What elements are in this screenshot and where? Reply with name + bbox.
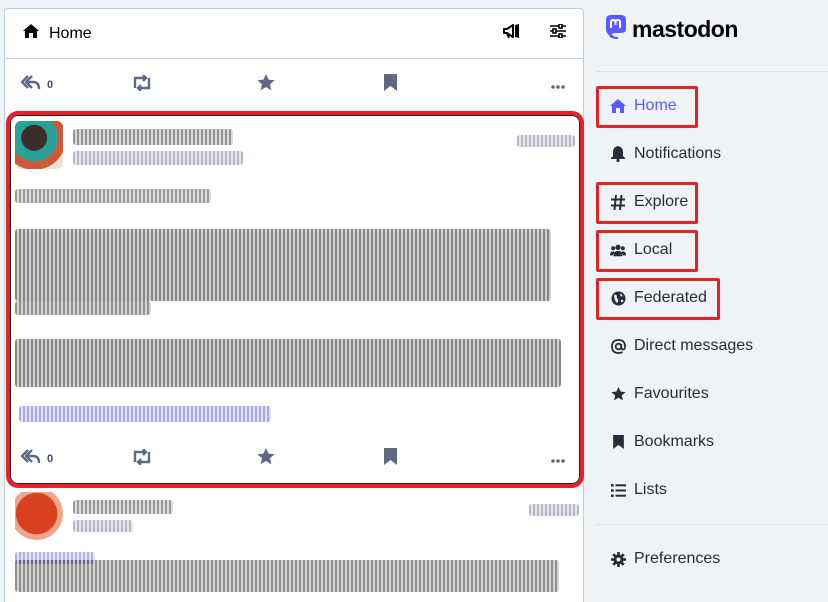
column-title-button[interactable]: Home: [23, 24, 92, 43]
globe-icon: [610, 290, 626, 306]
reply-count: 0: [47, 453, 54, 465]
nav-bookmarks-label: Bookmarks: [634, 433, 715, 450]
redacted-timestamp: [529, 504, 579, 516]
reply-all-icon: [20, 448, 41, 470]
reply-all-icon: [20, 74, 41, 96]
users-icon: [610, 242, 626, 258]
retweet-icon: [131, 73, 153, 96]
status-card[interactable]: [5, 486, 583, 602]
redacted-subline: [15, 189, 211, 203]
bookmark-icon: [610, 434, 626, 450]
status-card[interactable]: 0: [5, 111, 583, 486]
mastodon-logo-icon: [604, 14, 628, 45]
redacted-paragraph-1: [15, 229, 551, 301]
home-column: Home 0 0: [4, 8, 584, 602]
nav-notifications-label: Notifications: [634, 145, 722, 162]
star-icon: [257, 74, 275, 96]
nav-home[interactable]: Home: [596, 86, 828, 126]
status-action-bar: 0: [5, 433, 583, 485]
nav-bookmarks[interactable]: Bookmarks: [596, 422, 828, 462]
favourite-button[interactable]: [257, 74, 384, 96]
nav-federated[interactable]: Federated: [596, 278, 828, 318]
list-icon: [610, 482, 626, 498]
redacted-paragraph: [15, 560, 559, 592]
nav-explore[interactable]: Explore: [596, 182, 828, 222]
bell-icon: [610, 146, 626, 162]
ellipsis-icon: [551, 76, 565, 94]
nav-home-label: Home: [634, 97, 677, 114]
nav-direct-messages-label: Direct messages: [634, 337, 754, 354]
hashtag-icon: [610, 194, 626, 210]
column-header: Home: [5, 9, 583, 59]
reply-button[interactable]: 0: [20, 74, 131, 96]
status-action-bar: 0: [5, 59, 583, 111]
reply-count: 0: [47, 79, 54, 91]
nav-preferences[interactable]: Preferences: [596, 539, 828, 579]
navigation-sidebar: mastodon Home Notifications Explore Loca…: [596, 0, 828, 602]
nav-lists-label: Lists: [634, 481, 667, 498]
nav-explore-label: Explore: [634, 193, 689, 210]
more-button[interactable]: [551, 76, 565, 94]
nav-federated-label: Federated: [634, 289, 707, 306]
divider: [596, 524, 828, 525]
redacted-handle: [73, 151, 243, 165]
nav-local[interactable]: Local: [596, 230, 828, 270]
column-title: Home: [49, 24, 92, 42]
nav-favourites-label: Favourites: [634, 385, 709, 402]
redacted-handle: [73, 520, 133, 532]
redacted-paragraph-1-end: [15, 301, 151, 315]
home-icon: [23, 24, 39, 43]
star-icon: [257, 448, 275, 470]
redacted-paragraph-2: [15, 339, 561, 387]
divider: [596, 71, 828, 72]
column-settings-button[interactable]: [547, 23, 569, 45]
reply-button[interactable]: 0: [20, 448, 131, 470]
nav-notifications[interactable]: Notifications: [596, 134, 828, 174]
announcements-button[interactable]: [501, 23, 523, 45]
boost-button[interactable]: [131, 73, 257, 96]
nav-preferences-label: Preferences: [634, 550, 721, 567]
bookmark-button[interactable]: [384, 448, 508, 470]
nav-direct-messages[interactable]: Direct messages: [596, 326, 828, 366]
sliders-icon: [550, 23, 566, 43]
more-button[interactable]: [551, 450, 565, 468]
nav-favourites[interactable]: Favourites: [596, 374, 828, 414]
avatar[interactable]: [15, 492, 63, 540]
gear-icon: [610, 551, 626, 567]
nav-local-label: Local: [634, 241, 673, 258]
redacted-display-name: [73, 500, 173, 514]
at-icon: [610, 338, 626, 354]
bookmark-icon: [384, 448, 397, 470]
home-icon: [610, 98, 626, 114]
avatar[interactable]: [15, 121, 63, 169]
boost-button[interactable]: [131, 447, 257, 470]
nav-lists[interactable]: Lists: [596, 470, 828, 510]
bookmark-button[interactable]: [384, 74, 508, 96]
bookmark-icon: [384, 74, 397, 96]
ellipsis-icon: [551, 450, 565, 468]
redacted-timestamp: [517, 135, 575, 147]
star-icon: [610, 386, 626, 402]
status-account[interactable]: [15, 121, 63, 169]
retweet-icon: [131, 447, 153, 470]
mastodon-logo[interactable]: mastodon: [604, 14, 738, 45]
bullhorn-icon: [503, 23, 521, 44]
favourite-button[interactable]: [257, 448, 384, 470]
redacted-display-name: [73, 129, 233, 145]
redacted-link[interactable]: [19, 406, 271, 422]
brand-wordmark: mastodon: [632, 16, 738, 42]
